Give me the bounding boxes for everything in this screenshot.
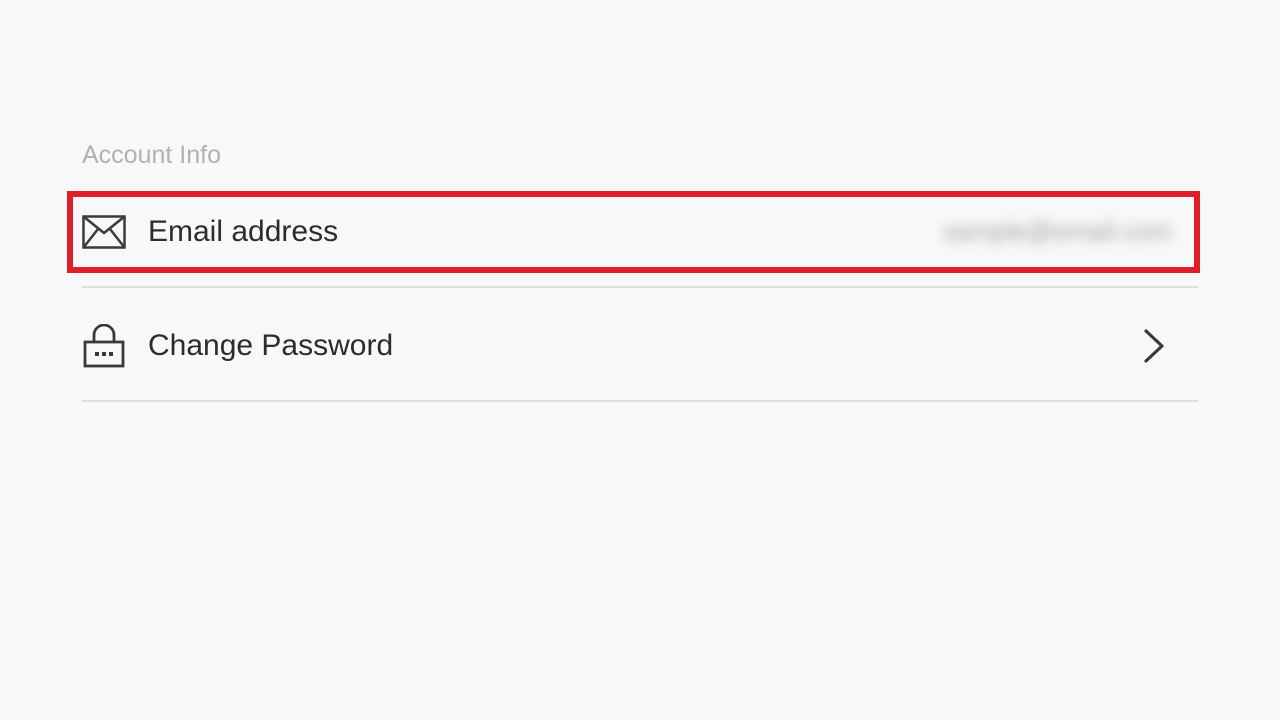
section-header-account-info: Account Info — [82, 141, 221, 169]
divider — [82, 400, 1198, 402]
email-address-row[interactable]: Email address sample@email.com — [82, 192, 1198, 272]
lock-icon — [82, 324, 126, 368]
change-password-label: Change Password — [148, 329, 394, 362]
envelope-icon — [82, 210, 126, 254]
chevron-right-icon — [1140, 328, 1170, 364]
divider — [82, 286, 1198, 288]
change-password-row[interactable]: Change Password — [82, 306, 1198, 386]
email-address-value: sample@email.com — [943, 216, 1172, 246]
email-address-label: Email address — [148, 215, 339, 248]
